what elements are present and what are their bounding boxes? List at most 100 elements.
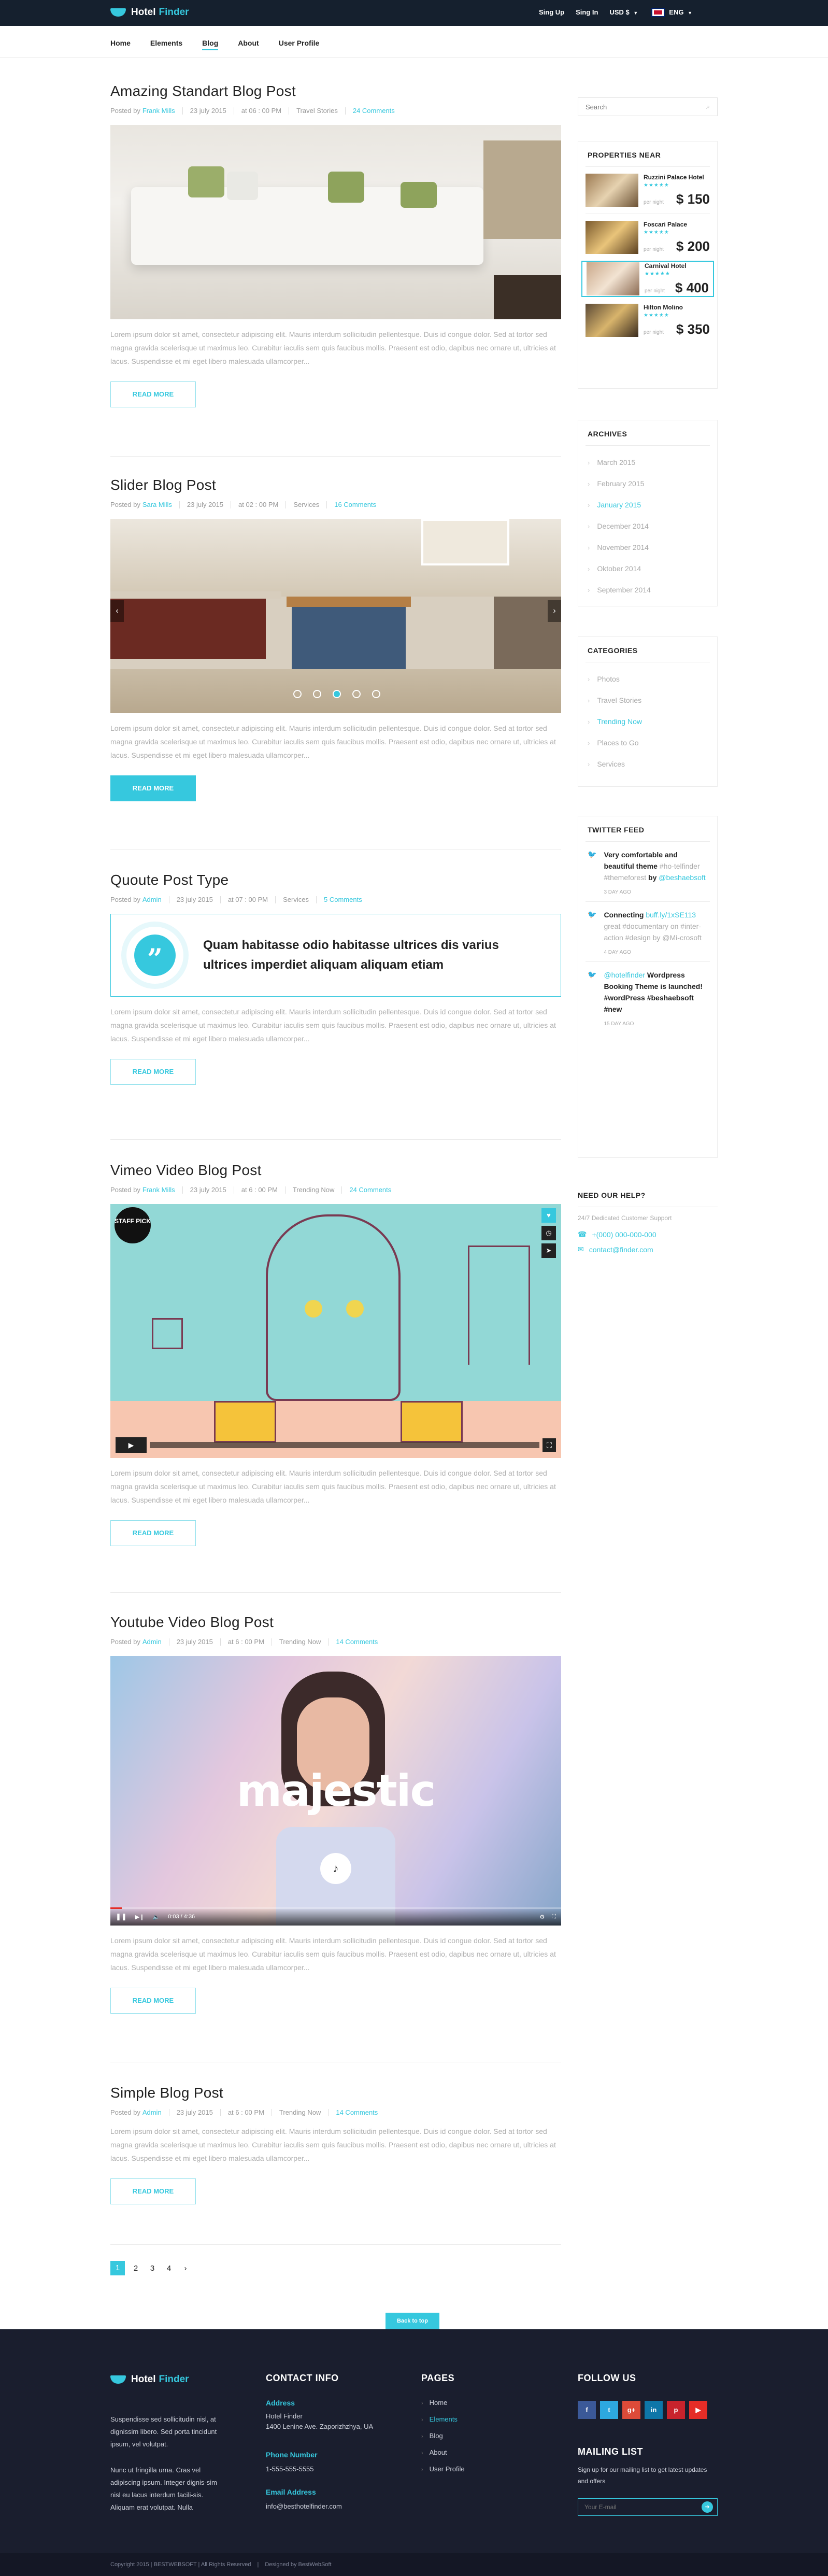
slider-dot[interactable] <box>372 690 380 698</box>
page-3-button[interactable]: 3 <box>147 2264 158 2273</box>
category-link[interactable]: › Photos <box>588 669 708 690</box>
read-more-button[interactable]: READ MORE <box>110 775 196 801</box>
youtube-icon[interactable]: ▶ <box>689 2401 707 2419</box>
post-comments[interactable]: 24 Comments <box>353 107 395 115</box>
linkedin-icon[interactable]: in <box>645 2401 663 2419</box>
footer-email[interactable]: info@besthotelfinder.com <box>266 2500 342 2513</box>
next-page-icon[interactable]: › <box>180 2264 191 2273</box>
share-icon[interactable]: ➤ <box>541 1243 556 1258</box>
post-title[interactable]: Quoute Post Type <box>110 872 561 888</box>
property-item[interactable]: Ruzzini Palace Hotel ★★★★★ per night $ 15… <box>581 172 714 208</box>
play-icon[interactable]: ▶ <box>116 1437 147 1453</box>
read-more-button[interactable]: READ MORE <box>110 1520 196 1546</box>
archive-link[interactable]: › December 2014 <box>588 516 708 537</box>
post-comments[interactable]: 16 Comments <box>334 501 376 508</box>
google-plus-icon[interactable]: g+ <box>622 2401 640 2419</box>
brand-logo[interactable]: Hotel Finder <box>110 7 189 18</box>
youtube-progress-bar[interactable] <box>110 1907 561 1909</box>
post-author[interactable]: Admin <box>142 2108 162 2116</box>
help-email[interactable]: contact@finder.com <box>589 1245 653 1254</box>
youtube-video-player[interactable]: majestic ♪ ❚❚ ▶❙ 🔈 0:03 / 4:36 ⚙ ⛶ <box>110 1656 561 1926</box>
back-to-top-button[interactable]: Back to top <box>386 2313 439 2329</box>
tweet-mention[interactable]: @beshaebsoft <box>659 873 706 882</box>
slider-dot-active[interactable] <box>333 690 341 698</box>
post-category[interactable]: Travel Stories <box>296 107 338 115</box>
facebook-icon[interactable]: f <box>578 2401 596 2419</box>
nav-user-profile[interactable]: User Profile <box>279 39 320 50</box>
nav-elements[interactable]: Elements <box>150 39 182 50</box>
language-select[interactable]: ENG ▼ <box>669 8 692 16</box>
nav-blog[interactable]: Blog <box>202 39 219 50</box>
twitter-icon[interactable]: t <box>600 2401 618 2419</box>
signin-link[interactable]: Sing In <box>576 8 598 16</box>
next-icon[interactable]: ▶❙ <box>135 1914 145 1920</box>
footer-page-link[interactable]: › Blog <box>421 2428 465 2444</box>
archive-link-active[interactable]: › January 2015 <box>588 494 708 516</box>
nav-about[interactable]: About <box>238 39 259 50</box>
post-title[interactable]: Amazing Standart Blog Post <box>110 83 561 100</box>
category-link-active[interactable]: › Trending Now <box>588 711 708 732</box>
slider-dot[interactable] <box>352 690 361 698</box>
search-icon[interactable]: ⌕ <box>706 103 710 111</box>
tweet-link[interactable]: buff.ly/1xSE113 <box>646 911 696 919</box>
clock-icon[interactable]: ◷ <box>541 1226 556 1240</box>
vimeo-video-player[interactable]: STAFF PICK ♥ ◷ ➤ ▶ ⛶ <box>110 1204 561 1458</box>
archive-link[interactable]: › February 2015 <box>588 473 708 494</box>
footer-brand-logo[interactable]: Hotel Finder <box>110 2374 189 2385</box>
post-category[interactable]: Trending Now <box>293 1186 334 1194</box>
post-title[interactable]: Slider Blog Post <box>110 477 561 493</box>
fullscreen-icon[interactable]: ⛶ <box>552 1914 556 1920</box>
archive-link[interactable]: › November 2014 <box>588 537 708 558</box>
archive-link[interactable]: › March 2015 <box>588 452 708 473</box>
post-category[interactable]: Services <box>283 896 309 903</box>
post-comments[interactable]: 5 Comments <box>324 896 362 903</box>
slider-dot[interactable] <box>293 690 302 698</box>
read-more-button[interactable]: READ MORE <box>110 381 196 407</box>
footer-page-link[interactable]: › About <box>421 2444 465 2461</box>
slider-next-icon[interactable]: › <box>548 600 561 622</box>
post-comments[interactable]: 14 Comments <box>336 1638 378 1646</box>
slider-prev-icon[interactable]: ‹ <box>110 600 124 622</box>
volume-icon[interactable]: 🔈 <box>152 1914 160 1920</box>
property-item[interactable]: Foscari Palace ★★★★★ per night $ 200 <box>581 219 714 256</box>
footer-page-link-active[interactable]: › Elements <box>421 2411 465 2428</box>
category-link[interactable]: › Places to Go <box>588 732 708 754</box>
post-author[interactable]: Frank Mills <box>142 107 175 115</box>
post-title[interactable]: Vimeo Video Blog Post <box>110 1162 561 1179</box>
newsletter-email-input[interactable] <box>584 2503 702 2511</box>
read-more-button[interactable]: READ MORE <box>110 1988 196 2014</box>
tweet-mention[interactable]: @hotelfinder <box>604 971 645 979</box>
post-title[interactable]: Youtube Video Blog Post <box>110 1614 561 1631</box>
slider-dot[interactable] <box>313 690 321 698</box>
property-item-selected[interactable]: Carnival Hotel ★★★★★ per night $ 400 <box>581 261 714 297</box>
post-category[interactable]: Trending Now <box>279 2108 321 2116</box>
read-more-button[interactable]: READ MORE <box>110 1059 196 1085</box>
footer-page-link[interactable]: › Home <box>421 2395 465 2411</box>
archive-link[interactable]: › Oktober 2014 <box>588 558 708 579</box>
category-link[interactable]: › Services <box>588 754 708 775</box>
post-category[interactable]: Services <box>293 501 319 508</box>
arrow-right-icon[interactable]: ➜ <box>702 2501 713 2513</box>
footer-phone[interactable]: 1-555-555-5555 <box>266 2463 314 2475</box>
page-1-button[interactable]: 1 <box>110 2261 125 2275</box>
post-comments[interactable]: 24 Comments <box>349 1186 391 1194</box>
pinterest-icon[interactable]: p <box>667 2401 685 2419</box>
property-item[interactable]: Hilton Molino ★★★★★ per night $ 350 <box>581 302 714 338</box>
post-author[interactable]: Admin <box>142 1638 162 1646</box>
footer-page-link[interactable]: › User Profile <box>421 2461 465 2478</box>
page-4-button[interactable]: 4 <box>163 2264 175 2273</box>
nav-home[interactable]: Home <box>110 39 131 50</box>
category-link[interactable]: › Travel Stories <box>588 690 708 711</box>
fullscreen-icon[interactable]: ⛶ <box>543 1438 556 1452</box>
currency-select[interactable]: USD $ ▼ <box>609 8 638 16</box>
heart-icon[interactable]: ♥ <box>541 1208 556 1223</box>
progress-bar[interactable] <box>150 1442 539 1448</box>
page-2-button[interactable]: 2 <box>130 2264 141 2273</box>
read-more-button[interactable]: READ MORE <box>110 2178 196 2204</box>
signup-link[interactable]: Sing Up <box>539 8 564 16</box>
search-input[interactable] <box>586 103 706 111</box>
help-phone[interactable]: +(000) 000-000-000 <box>592 1230 656 1239</box>
post-image-living-room[interactable] <box>110 125 561 319</box>
pause-icon[interactable]: ❚❚ <box>116 1913 127 1921</box>
image-slider[interactable]: ‹ › <box>110 519 561 713</box>
